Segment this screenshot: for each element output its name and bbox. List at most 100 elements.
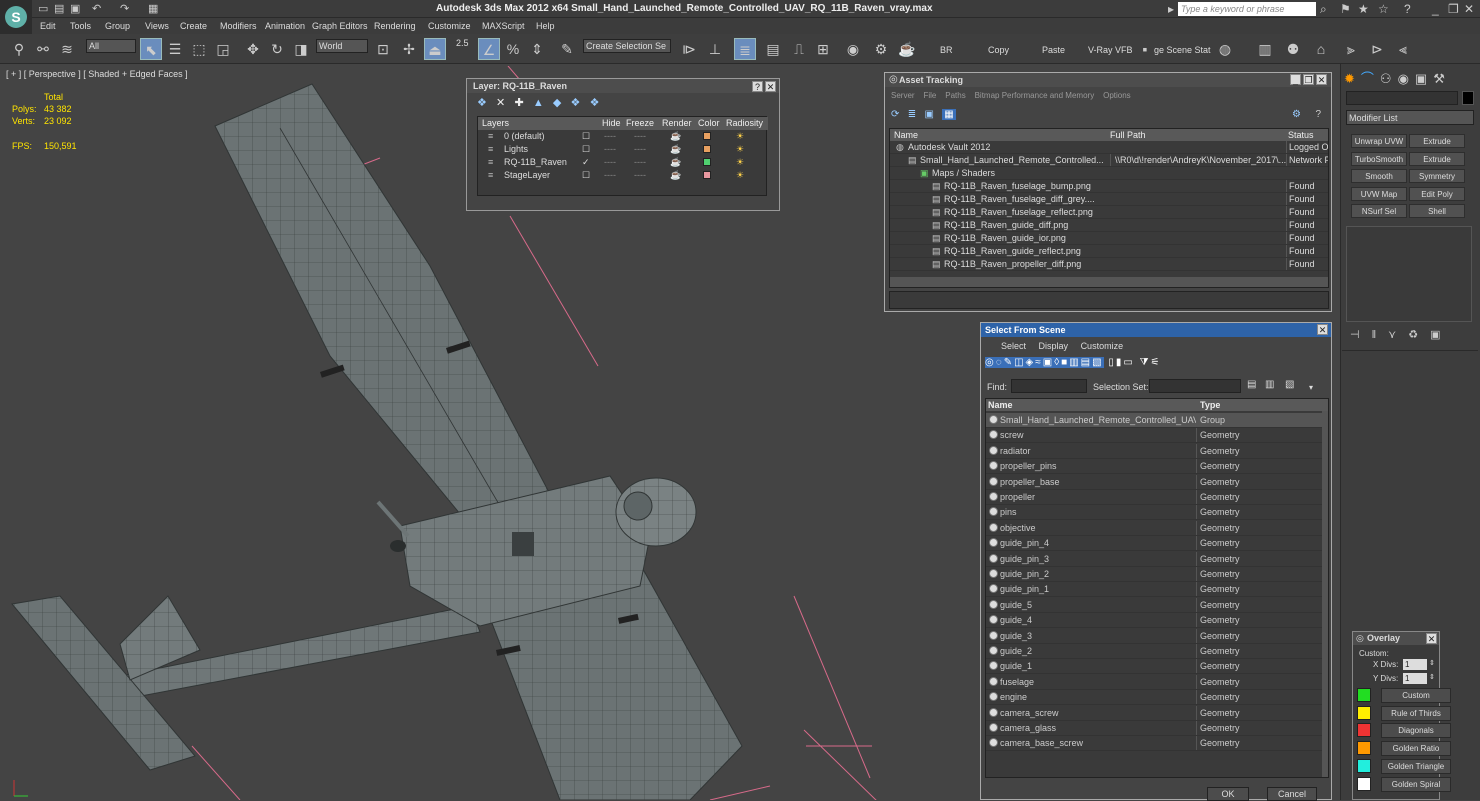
star-outline-icon[interactable]: ☆ bbox=[1378, 2, 1389, 16]
overlay-color-swatch[interactable] bbox=[1357, 741, 1371, 756]
object-name-field[interactable] bbox=[1346, 91, 1458, 105]
pin-stack-icon[interactable]: ⊣ bbox=[1350, 329, 1372, 341]
scene-object-row[interactable]: pins Geometry bbox=[986, 505, 1324, 521]
help-icon[interactable]: ? bbox=[752, 81, 763, 92]
asset-row[interactable]: ▤ RQ-11B_Raven_fuselage_bump.png Found bbox=[890, 180, 1328, 193]
render-teapot-icon[interactable]: ☕ bbox=[670, 156, 681, 169]
menu-customize[interactable]: Customize bbox=[428, 21, 471, 31]
scene-object-row[interactable]: guide_pin_1 Geometry bbox=[986, 582, 1324, 598]
extrude-button[interactable]: Extrude bbox=[1409, 134, 1465, 148]
scene-object-row[interactable]: propeller_pins Geometry bbox=[986, 459, 1324, 475]
vault-icon[interactable]: ⚙ bbox=[1292, 109, 1301, 120]
freeze-all-icon[interactable]: ❖ bbox=[590, 97, 600, 109]
menu-tools[interactable]: Tools bbox=[70, 21, 91, 31]
image-scene-icon[interactable]: ▪ bbox=[1138, 38, 1152, 60]
hide-toggle[interactable]: ---- bbox=[604, 156, 616, 169]
asset-row[interactable]: ▤ RQ-11B_Raven_fuselage_reflect.png Found bbox=[890, 206, 1328, 219]
col-layers[interactable]: Layers bbox=[482, 117, 509, 130]
freeze-toggle[interactable]: ---- bbox=[634, 130, 646, 143]
scene-explorer-icon[interactable]: ⚉ bbox=[1282, 38, 1304, 60]
keyboard-shortcut-override-icon[interactable]: ⏏ bbox=[424, 38, 446, 60]
angle-snap-icon[interactable]: ∠ bbox=[478, 38, 500, 60]
select-objects-icon[interactable]: ▲ bbox=[533, 97, 544, 109]
smooth-button[interactable]: Smooth bbox=[1351, 169, 1407, 183]
minimize-icon[interactable]: _ bbox=[1432, 2, 1439, 16]
current-layer-checkbox[interactable]: ☐ bbox=[582, 130, 590, 143]
spinner-snap-icon[interactable]: ⇕ bbox=[526, 38, 548, 60]
col-freeze[interactable]: Freeze bbox=[626, 117, 654, 130]
minimize-icon[interactable]: _ bbox=[1290, 74, 1301, 85]
table-view-icon[interactable]: ▦ bbox=[942, 109, 956, 120]
display-invert-icon[interactable]: ▭ bbox=[1123, 357, 1134, 368]
container-icon[interactable]: ▥ bbox=[1254, 38, 1276, 60]
modify-tab-icon[interactable]: ⌒ bbox=[1361, 71, 1380, 86]
snap-toggle-label[interactable]: 2.5 bbox=[456, 38, 469, 48]
open-file-icon[interactable]: ▤ bbox=[54, 2, 64, 15]
render-teapot-icon[interactable]: ☕ bbox=[670, 143, 681, 156]
hide-all-icon[interactable]: ❖ bbox=[571, 97, 581, 109]
menu-create[interactable]: Create bbox=[180, 21, 207, 31]
overlay-rule-of-thirds-button[interactable]: Rule of Thirds bbox=[1381, 705, 1451, 721]
asset-row[interactable]: ▤ RQ-11B_Raven_fuselage_diff_grey.... Foun… bbox=[890, 193, 1328, 206]
asset-menu-options[interactable]: Options bbox=[1103, 91, 1131, 100]
rectangular-selection-icon[interactable]: ⬚ bbox=[188, 38, 210, 60]
ydivs-input[interactable]: 1 bbox=[1403, 673, 1427, 684]
col-status[interactable]: Status bbox=[1288, 129, 1314, 141]
scene-object-row[interactable]: guide_4 Geometry bbox=[986, 613, 1324, 629]
display-lights-icon[interactable]: ✎ bbox=[1003, 357, 1015, 368]
overlay-diagonals-button[interactable]: Diagonals bbox=[1381, 723, 1451, 739]
menu-animation[interactable]: Animation bbox=[265, 21, 305, 31]
render-teapot-icon[interactable]: ☕ bbox=[670, 169, 681, 182]
selection-set-icon[interactable]: ▤ bbox=[1247, 379, 1256, 390]
hide-toggle[interactable]: ---- bbox=[604, 143, 616, 156]
menu-modifiers[interactable]: Modifiers bbox=[220, 21, 257, 31]
close-icon[interactable]: ✕ bbox=[1464, 2, 1474, 16]
scene-object-row[interactable]: camera_base_screw Geometry bbox=[986, 736, 1324, 752]
xdivs-input[interactable]: 1 bbox=[1403, 659, 1427, 670]
vray-vfb-button[interactable]: V-Ray VFB bbox=[1088, 45, 1133, 55]
layer-color-swatch[interactable] bbox=[703, 132, 711, 140]
select-menu-customize[interactable]: Customize bbox=[1081, 341, 1124, 351]
help-icon[interactable]: ? bbox=[1404, 2, 1411, 16]
scene-object-row[interactable]: objective Geometry bbox=[986, 520, 1324, 536]
overlay-golden-spiral-button[interactable]: Golden Spiral bbox=[1381, 776, 1451, 792]
unlink-icon[interactable]: ⚯ bbox=[32, 38, 54, 60]
menu-views[interactable]: Views bbox=[145, 21, 169, 31]
scene-object-row[interactable]: guide_pin_3 Geometry bbox=[986, 551, 1324, 567]
radiosity-icon[interactable]: ☀ bbox=[736, 130, 744, 143]
layer-row[interactable]: ≡ 0 (default) ☐ ---- ---- ☕ ☀ bbox=[478, 130, 768, 143]
save-file-icon[interactable]: ▣ bbox=[70, 2, 80, 15]
scene-object-row[interactable]: propeller_base Geometry bbox=[986, 474, 1324, 490]
delete-layer-icon[interactable]: ✕ bbox=[496, 97, 505, 109]
modifier-list-dropdown[interactable]: Modifier List bbox=[1346, 110, 1474, 125]
menu-group[interactable]: Group bbox=[105, 21, 130, 31]
create-layer-icon[interactable]: ❖ bbox=[477, 97, 487, 109]
menu-rendering[interactable]: Rendering bbox=[374, 21, 416, 31]
add-to-layer-icon[interactable]: ✚ bbox=[514, 97, 523, 109]
image-scene-button[interactable]: ge Scene Stat bbox=[1154, 45, 1211, 55]
col-full-path[interactable]: Full Path bbox=[1110, 129, 1146, 141]
close-icon[interactable]: ✕ bbox=[1316, 74, 1327, 85]
select-manipulate-icon[interactable]: ✢ bbox=[398, 38, 420, 60]
filter-icon[interactable]: ⧩ bbox=[1140, 357, 1151, 368]
list-icon[interactable]: ≣ bbox=[908, 109, 916, 120]
xref-icon[interactable]: ⌂ bbox=[1310, 38, 1332, 60]
asset-row[interactable]: ▤ RQ-11B_Raven_guide_diff.png Found bbox=[890, 219, 1328, 232]
xdivs-spinner-icon[interactable]: ⇕ bbox=[1429, 659, 1435, 667]
layer-row[interactable]: ≡ StageLayer ☐ ---- ---- ☕ ☀ bbox=[478, 169, 768, 182]
restore-icon[interactable]: ❐ bbox=[1303, 74, 1314, 85]
close-icon[interactable]: ✕ bbox=[765, 81, 776, 92]
ydivs-spinner-icon[interactable]: ⇕ bbox=[1429, 673, 1435, 681]
mirror-icon[interactable]: ⧐ bbox=[678, 38, 700, 60]
scene-object-row[interactable]: guide_pin_4 Geometry bbox=[986, 536, 1324, 552]
scene-object-row[interactable]: fuselage Geometry bbox=[986, 674, 1324, 690]
display-shapes-icon[interactable]: ◌ bbox=[995, 357, 1004, 368]
display-hidden-icon[interactable]: ▧ bbox=[1092, 357, 1104, 368]
vray-logo-icon[interactable]: ◍ bbox=[1214, 38, 1236, 60]
layer-color-swatch[interactable] bbox=[703, 158, 711, 166]
scale-icon[interactable]: ◨ bbox=[290, 38, 312, 60]
select-by-name-icon[interactable]: ☰ bbox=[164, 38, 186, 60]
search-arrow-icon[interactable]: ▸ bbox=[1168, 2, 1174, 16]
display-frozen-icon[interactable]: ▤ bbox=[1080, 357, 1093, 368]
asset-row[interactable]: ▤ RQ-11B_Raven_propeller_diff.png Found bbox=[890, 258, 1328, 271]
